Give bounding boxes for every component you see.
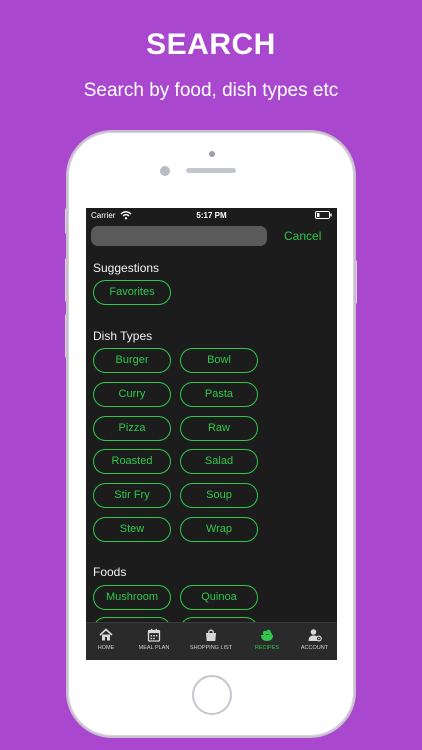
chip-burger[interactable]: Burger	[93, 348, 171, 373]
status-bar: Carrier 5:17 PM	[86, 208, 337, 225]
tab-home[interactable]: HOME	[86, 623, 126, 660]
foods-title: Foods	[93, 565, 127, 579]
search-bar: Cancel	[86, 225, 337, 251]
promo-canvas: SEARCH Search by food, dish types etc Ca…	[0, 0, 422, 750]
search-input[interactable]	[91, 226, 267, 246]
cancel-button[interactable]: Cancel	[284, 229, 321, 243]
chip-curry[interactable]: Curry	[93, 382, 171, 407]
tab-home-label: HOME	[97, 645, 115, 651]
account-icon	[308, 629, 322, 642]
chip-roasted[interactable]: Roasted	[93, 449, 171, 474]
chip-pasta[interactable]: Pasta	[180, 382, 258, 407]
tab-recipes-label: RECIPES	[254, 645, 280, 651]
tab-recipes[interactable]: RECIPES	[244, 623, 290, 660]
search-content[interactable]: Suggestions Favorites Dish Types Burger …	[86, 251, 337, 622]
chip-bowl[interactable]: Bowl	[180, 348, 258, 373]
chip-pizza[interactable]: Pizza	[93, 416, 171, 441]
front-camera	[209, 151, 215, 157]
chip-soup[interactable]: Soup	[180, 483, 258, 508]
app-screen: Carrier 5:17 PM Cancel Suggestions Favor…	[86, 208, 337, 660]
recipes-icon	[261, 629, 273, 641]
tab-shopping-list[interactable]: SHOPPING LIST	[182, 623, 240, 660]
battery-icon	[315, 211, 332, 219]
shopping-bag-icon	[206, 629, 216, 641]
dish-types-title: Dish Types	[93, 329, 153, 343]
suggestions-title: Suggestions	[93, 261, 160, 275]
status-time: 5:17 PM	[196, 211, 227, 220]
tab-bar: HOME MEAL PLAN SHOPPING LIST RECIPES ACC…	[86, 622, 337, 660]
calendar-icon	[147, 628, 161, 642]
chip-raw[interactable]: Raw	[180, 416, 258, 441]
tab-meal-plan[interactable]: MEAL PLAN	[126, 623, 182, 660]
chip-stir-fry[interactable]: Stir Fry	[93, 483, 171, 508]
home-button[interactable]	[192, 675, 232, 715]
chip-wrap[interactable]: Wrap	[180, 517, 258, 542]
chip-favorites[interactable]: Favorites	[93, 280, 171, 305]
tab-meal-plan-label: MEAL PLAN	[138, 645, 170, 651]
tab-account-label: ACCOUNT	[300, 645, 329, 651]
home-icon	[99, 628, 113, 641]
chip-stew[interactable]: Stew	[93, 517, 171, 542]
proximity-sensor	[160, 166, 170, 176]
chip-quinoa[interactable]: Quinoa	[180, 585, 258, 610]
promo-subline: Search by food, dish types etc	[83, 80, 339, 101]
chip-mushroom[interactable]: Mushroom	[93, 585, 171, 610]
tab-shopping-list-label: SHOPPING LIST	[189, 645, 233, 651]
promo-headline: SEARCH	[146, 28, 276, 61]
chip-salad[interactable]: Salad	[180, 449, 258, 474]
earpiece-speaker	[186, 168, 236, 173]
tab-account[interactable]: ACCOUNT	[292, 623, 337, 660]
